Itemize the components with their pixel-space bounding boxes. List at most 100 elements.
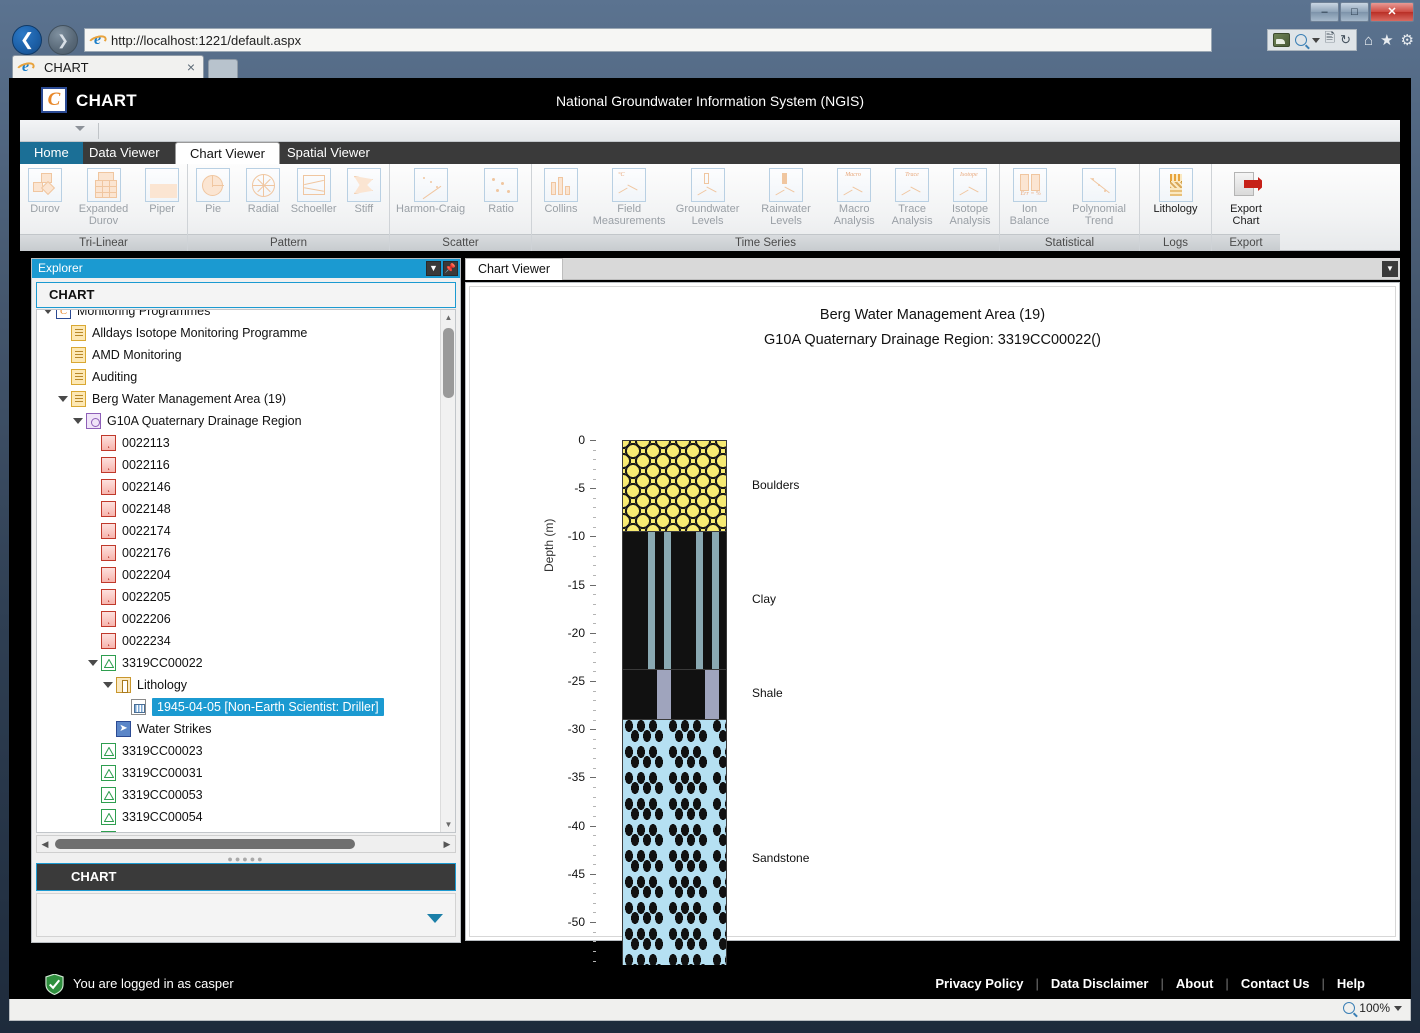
ribbon-button-stiff[interactable]: Stiff bbox=[339, 168, 389, 216]
tree-vertical-scrollbar[interactable]: ▲ ▼ bbox=[440, 310, 455, 832]
chevron-down-icon[interactable] bbox=[58, 396, 68, 402]
tree-item-label: Monitoring Programmes bbox=[77, 309, 211, 318]
new-tab-button[interactable] bbox=[208, 59, 238, 78]
tree-item[interactable]: 3319CC00023 bbox=[37, 740, 439, 762]
explorer-section-footer[interactable]: CHART bbox=[36, 863, 456, 891]
ribbon-button-rainwater-levels[interactable]: Rainwater Levels bbox=[747, 168, 825, 227]
search-icon[interactable] bbox=[1294, 34, 1307, 46]
ribbon-tab-home[interactable]: Home bbox=[20, 142, 83, 164]
ribbon-button-harmon-craig[interactable]: Harmon-Craig bbox=[390, 168, 471, 216]
maximize-button[interactable]: □ bbox=[1340, 2, 1369, 22]
scrollbar-thumb[interactable] bbox=[443, 328, 454, 398]
ribbon-button-lithology[interactable]: Lithology bbox=[1145, 168, 1207, 216]
ribbon-tab-data-viewer[interactable]: Data Viewer bbox=[75, 142, 174, 164]
ribbon-button-schoeller[interactable]: Schoeller bbox=[289, 168, 339, 216]
chevron-down-icon[interactable] bbox=[427, 914, 443, 923]
tree-item[interactable]: 0022176 bbox=[37, 542, 439, 564]
close-icon[interactable]: × bbox=[183, 59, 199, 75]
ribbon-button-collins[interactable]: Collins bbox=[532, 168, 590, 216]
footer-link-data-disclaimer[interactable]: Data Disclaimer bbox=[1039, 976, 1161, 991]
tree-item[interactable]: 0022148 bbox=[37, 498, 439, 520]
ribbon-button-radial[interactable]: Radial bbox=[238, 168, 288, 216]
ribbon-button-isotope-analysis[interactable]: Isotope Isotope Analysis bbox=[941, 168, 999, 227]
ribbon-tab-chart-viewer[interactable]: Chart Viewer bbox=[175, 142, 280, 165]
chevron-down-icon[interactable] bbox=[43, 310, 53, 314]
back-button[interactable]: ❮ bbox=[12, 25, 42, 55]
ribbon-button-trace-analysis[interactable]: Trace Trace Analysis bbox=[883, 168, 941, 227]
favorites-icon[interactable]: ★ bbox=[1380, 31, 1393, 49]
tree-item[interactable]: Lithology bbox=[37, 674, 439, 696]
footer-link-help[interactable]: Help bbox=[1325, 976, 1377, 991]
tree-item[interactable]: 0022174 bbox=[37, 520, 439, 542]
ribbon-button-piper[interactable]: Piper bbox=[137, 168, 187, 216]
tree-item[interactable]: AMD Monitoring bbox=[37, 344, 439, 366]
chevron-down-icon[interactable] bbox=[103, 682, 113, 688]
ribbon-button-pie[interactable]: Pie bbox=[188, 168, 238, 216]
tree-item[interactable]: 0022206 bbox=[37, 608, 439, 630]
tree-item[interactable]: 0022146 bbox=[37, 476, 439, 498]
tree-item[interactable]: 3319CC00054 bbox=[37, 806, 439, 828]
tree-horizontal-scrollbar[interactable]: ◀ ▶ bbox=[36, 835, 456, 853]
scroll-right-icon[interactable]: ▶ bbox=[439, 839, 455, 850]
tree-item[interactable]: 3319CC00022 bbox=[37, 652, 439, 674]
scroll-down-icon[interactable]: ▼ bbox=[441, 817, 455, 832]
tree-item[interactable]: 0022116 bbox=[37, 454, 439, 476]
page-icon[interactable]: 🖹 bbox=[1325, 29, 1335, 51]
chevron-down-icon[interactable]: ▼ bbox=[426, 261, 441, 276]
footer-link-about[interactable]: About bbox=[1164, 976, 1226, 991]
splitter-handle[interactable]: ●●●●● bbox=[36, 854, 456, 864]
tree-item[interactable]: 0022204 bbox=[37, 564, 439, 586]
gear-icon[interactable]: ⚙ bbox=[1401, 31, 1414, 49]
ie-logo-icon: e bbox=[86, 31, 109, 49]
ribbon-button-expanded-durov[interactable]: Expanded Durov bbox=[70, 168, 137, 227]
ribbon-button-groundwater-levels[interactable]: Groundwater Levels bbox=[668, 168, 746, 227]
tree-item[interactable]: 3319CC00055 bbox=[37, 828, 439, 832]
ribbon-button-durov[interactable]: Durov bbox=[20, 168, 70, 216]
tree-item[interactable]: 3319CC00031 bbox=[37, 762, 439, 784]
forward-button[interactable]: ❯ bbox=[48, 25, 78, 55]
tree-item[interactable]: 0022234 bbox=[37, 630, 439, 652]
footer-link-contact-us[interactable]: Contact Us bbox=[1229, 976, 1322, 991]
tree-item[interactable]: Alldays Isotope Monitoring Programme bbox=[37, 322, 439, 344]
close-button[interactable]: ✕ bbox=[1370, 2, 1414, 22]
divider bbox=[98, 123, 99, 139]
zoom-control[interactable]: 100% bbox=[1343, 1001, 1402, 1015]
chevron-down-icon[interactable]: ▼ bbox=[1382, 261, 1398, 277]
ribbon-button-field-measurements[interactable]: °C Field Measurements bbox=[590, 168, 668, 227]
ribbon-button-ratio[interactable]: Ratio bbox=[471, 168, 531, 216]
footer-link-privacy-policy[interactable]: Privacy Policy bbox=[923, 976, 1035, 991]
refresh-icon[interactable]: ↻ bbox=[1340, 32, 1351, 48]
pin-icon[interactable]: 📌 bbox=[443, 261, 458, 276]
scroll-up-icon[interactable]: ▲ bbox=[441, 310, 455, 325]
tree-item[interactable]: 3319CC00053 bbox=[37, 784, 439, 806]
tab-chart-viewer[interactable]: Chart Viewer bbox=[465, 258, 564, 280]
ribbon-button-polynomial-trend[interactable]: Polynomial Trend bbox=[1059, 168, 1139, 227]
tree-item[interactable]: 0022205 bbox=[37, 586, 439, 608]
lithology-layer-boundary bbox=[623, 669, 726, 671]
ribbon-button-ion-balance[interactable]: Err = % Ion Balance bbox=[1000, 168, 1059, 227]
scroll-left-icon[interactable]: ◀ bbox=[37, 839, 53, 850]
ribbon-button-export-chart[interactable]: Export Chart bbox=[1215, 168, 1277, 227]
search-dropdown-icon[interactable] bbox=[1311, 37, 1320, 43]
browser-tab[interactable]: e CHART × bbox=[12, 55, 204, 78]
tree-item[interactable]: Berg Water Management Area (19) bbox=[37, 388, 439, 410]
tree-item[interactable]: G10A Quaternary Drainage Region bbox=[37, 410, 439, 432]
chevron-down-icon[interactable] bbox=[75, 126, 85, 131]
ribbon-tab-spatial-viewer[interactable]: Spatial Viewer bbox=[273, 142, 384, 164]
minimize-button[interactable]: – bbox=[1310, 2, 1339, 22]
chevron-down-icon[interactable] bbox=[1394, 1005, 1402, 1011]
chevron-down-icon[interactable] bbox=[88, 660, 98, 666]
explorer-section-header[interactable]: CHART bbox=[36, 282, 456, 308]
address-bar[interactable]: e http://localhost:1221/default.aspx bbox=[84, 28, 1212, 52]
tree-item[interactable]: 1945-04-05 [Non-Earth Scientist: Driller… bbox=[37, 696, 439, 718]
tree-item[interactable]: Water Strikes bbox=[37, 718, 439, 740]
chevron-down-icon[interactable] bbox=[73, 418, 83, 424]
home-icon[interactable]: ⌂ bbox=[1364, 32, 1373, 49]
tree-item[interactable]: Auditing bbox=[37, 366, 439, 388]
compatibility-view-icon[interactable] bbox=[1272, 33, 1290, 47]
scrollbar-track[interactable] bbox=[53, 839, 439, 849]
scrollbar-thumb[interactable] bbox=[55, 839, 355, 849]
tree-item[interactable]: Monitoring Programmes bbox=[37, 309, 439, 322]
ribbon-button-macro-analysis[interactable]: Macro Macro Analysis bbox=[825, 168, 883, 227]
tree-item[interactable]: 0022113 bbox=[37, 432, 439, 454]
